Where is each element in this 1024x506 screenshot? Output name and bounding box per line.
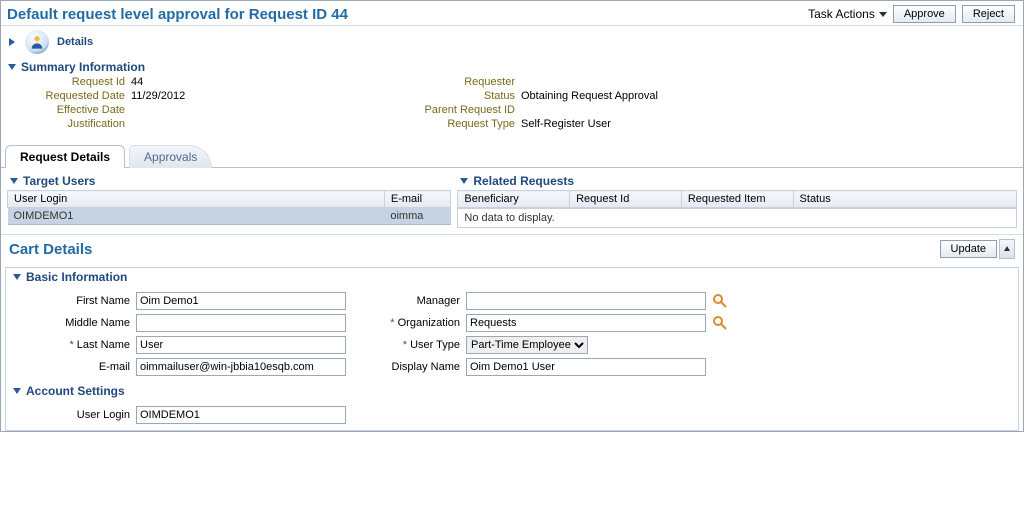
- collapse-icon[interactable]: [12, 386, 22, 396]
- account-settings-head: Account Settings: [6, 382, 1018, 400]
- lbl-middle-name: Middle Name: [16, 317, 136, 329]
- cart-header: Cart Details Update: [1, 234, 1023, 263]
- val-justification: [131, 118, 391, 130]
- lbl-display-name: Display Name: [346, 361, 466, 373]
- update-button[interactable]: Update: [940, 240, 997, 258]
- no-data-message: No data to display.: [457, 208, 1017, 228]
- task-actions-label: Task Actions: [808, 7, 875, 21]
- col-user-login: User Login: [8, 191, 385, 208]
- email-field[interactable]: [136, 358, 346, 376]
- lbl-first-name: First Name: [16, 295, 136, 307]
- collapse-icon[interactable]: [9, 176, 19, 186]
- col-status: Status: [793, 191, 1016, 208]
- page-title: Default request level approval for Reque…: [7, 6, 348, 23]
- lbl-status: Status: [391, 90, 521, 102]
- person-icon: [25, 30, 49, 54]
- related-requests-panel: Related Requests Beneficiary Request Id …: [457, 174, 1017, 228]
- summary-info: Request Id 44 Requester Requested Date 1…: [1, 76, 1023, 138]
- lbl-request-id: Request Id: [21, 76, 131, 88]
- val-request-type: Self-Register User: [521, 118, 821, 130]
- scroll-up-icon[interactable]: [999, 239, 1015, 259]
- account-settings-form: User Login: [6, 400, 1018, 430]
- target-users-table: User Login E-mail OIMDEMO1 oimma: [7, 190, 451, 225]
- last-name-field[interactable]: [136, 336, 346, 354]
- manager-field[interactable]: [466, 292, 706, 310]
- page-root: Default request level approval for Reque…: [0, 0, 1024, 432]
- user-type-select[interactable]: Part-Time Employee: [466, 336, 588, 354]
- organization-lookup-icon[interactable]: [706, 315, 734, 331]
- table-header-row: User Login E-mail: [8, 191, 451, 208]
- lbl-request-type: Request Type: [391, 118, 521, 130]
- lbl-effective-date: Effective Date: [21, 104, 131, 116]
- cell-user-login: OIMDEMO1: [8, 208, 385, 225]
- val-effective-date: [131, 104, 391, 116]
- col-email: E-mail: [384, 191, 451, 208]
- lbl-parent-req: Parent Request ID: [391, 104, 521, 116]
- lbl-manager: Manager: [346, 295, 466, 307]
- header: Default request level approval for Reque…: [1, 1, 1023, 26]
- first-name-field[interactable]: [136, 292, 346, 310]
- task-actions-menu[interactable]: Task Actions: [808, 7, 887, 21]
- manager-lookup-icon[interactable]: [706, 293, 734, 309]
- val-status: Obtaining Request Approval: [521, 90, 821, 102]
- basic-info-heading: Basic Information: [26, 270, 127, 284]
- cell-email: oimma: [384, 208, 451, 225]
- header-actions: Task Actions Approve Reject: [808, 5, 1015, 23]
- middle-name-field[interactable]: [136, 314, 346, 332]
- target-users-panel: Target Users User Login E-mail OIMDEMO1 …: [7, 174, 451, 228]
- collapse-icon[interactable]: [459, 176, 469, 186]
- user-login-field[interactable]: [136, 406, 346, 424]
- tabs: Request Details Approvals: [1, 144, 1023, 168]
- details-label: Details: [57, 36, 93, 48]
- collapse-icon[interactable]: [7, 62, 17, 72]
- lbl-user-login: User Login: [16, 409, 136, 421]
- form-area: Basic Information First Name Manager Mid…: [5, 267, 1019, 431]
- tab-approvals[interactable]: Approvals: [129, 145, 212, 168]
- lbl-last-name: Last Name: [16, 339, 136, 351]
- table-row[interactable]: OIMDEMO1 oimma: [8, 208, 451, 225]
- target-users-heading: Target Users: [23, 174, 95, 188]
- col-requested-item: Requested Item: [681, 191, 793, 208]
- details-bar: Details: [1, 26, 1023, 58]
- tab-request-details[interactable]: Request Details: [5, 145, 125, 168]
- val-requested-date: 11/29/2012: [131, 90, 391, 102]
- col-request-id: Request Id: [570, 191, 682, 208]
- basic-info-form: First Name Manager Middle Name Organizat…: [6, 286, 1018, 382]
- basic-info-head: Basic Information: [6, 268, 1018, 286]
- lbl-justification: Justification: [21, 118, 131, 130]
- lbl-requested-date: Requested Date: [21, 90, 131, 102]
- summary-head: Summary Information: [1, 58, 1023, 76]
- approve-button[interactable]: Approve: [893, 5, 956, 23]
- lbl-organization: Organization: [346, 317, 466, 329]
- related-requests-table: Beneficiary Request Id Requested Item St…: [457, 190, 1017, 208]
- account-settings-heading: Account Settings: [26, 384, 125, 398]
- collapse-icon[interactable]: [12, 272, 22, 282]
- expand-icon[interactable]: [7, 37, 17, 47]
- val-requester: [521, 76, 821, 88]
- lbl-email: E-mail: [16, 361, 136, 373]
- lbl-user-type: User Type: [346, 339, 466, 351]
- chevron-down-icon: [879, 12, 887, 17]
- reject-button[interactable]: Reject: [962, 5, 1015, 23]
- lbl-requester: Requester: [391, 76, 521, 88]
- cart-title: Cart Details: [9, 241, 92, 258]
- mid-panels: Target Users User Login E-mail OIMDEMO1 …: [1, 168, 1023, 234]
- col-beneficiary: Beneficiary: [458, 191, 570, 208]
- display-name-field[interactable]: [466, 358, 706, 376]
- related-requests-heading: Related Requests: [473, 174, 574, 188]
- table-header-row: Beneficiary Request Id Requested Item St…: [458, 191, 1017, 208]
- organization-field[interactable]: [466, 314, 706, 332]
- val-parent-req: [521, 104, 821, 116]
- summary-heading: Summary Information: [21, 60, 145, 74]
- val-request-id: 44: [131, 76, 391, 88]
